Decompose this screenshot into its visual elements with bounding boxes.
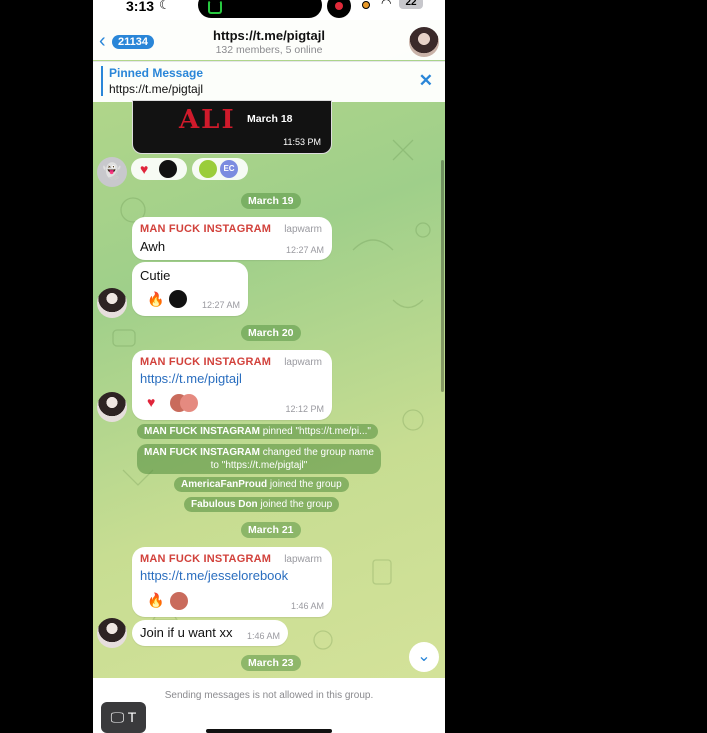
overlay-label: T bbox=[127, 709, 137, 725]
service-text-line2: to "https://t.me/pigtajl" bbox=[210, 460, 308, 471]
reactor-badge: EC bbox=[220, 160, 238, 178]
sender-tag: lapwarm bbox=[284, 224, 322, 235]
reaction-pill[interactable]: EC bbox=[192, 158, 248, 180]
status-bar: 3:13 ☾ ◠ 22 bbox=[93, 0, 445, 20]
moon-icon: ☾ bbox=[159, 0, 171, 12]
close-icon[interactable]: ✕ bbox=[419, 71, 433, 91]
sender-tag: lapwarm bbox=[284, 554, 322, 565]
sender-avatar[interactable] bbox=[97, 392, 127, 422]
service-text: joined the group bbox=[267, 479, 342, 490]
monitor-icon: 🖵 bbox=[110, 709, 125, 725]
service-actor[interactable]: MAN FUCK INSTAGRAM bbox=[144, 447, 260, 458]
sender-avatar[interactable] bbox=[97, 288, 127, 318]
service-message: Fabulous Don joined the group bbox=[184, 497, 340, 512]
pinned-message-bar[interactable]: Pinned Message https://t.me/pigtajl ✕ bbox=[93, 61, 445, 102]
message-bubble[interactable]: MAN FUCK INSTAGRAM lapwarm https://t.me/… bbox=[132, 547, 332, 617]
fire-reaction-icon[interactable]: 🔥 bbox=[147, 291, 164, 308]
sender-tag: lapwarm bbox=[284, 357, 322, 368]
phone-call-icon bbox=[208, 0, 222, 14]
dynamic-island[interactable] bbox=[198, 0, 322, 18]
battery-icon: 22 bbox=[399, 0, 423, 9]
service-text: joined the group bbox=[257, 499, 333, 510]
date-divider: March 20 bbox=[241, 325, 301, 341]
heart-icon[interactable]: ♥ bbox=[147, 394, 155, 410]
sender-avatar[interactable] bbox=[97, 618, 127, 648]
date-divider: March 19 bbox=[241, 193, 301, 209]
reactor-avatar bbox=[170, 592, 188, 610]
media-time: 11:53 PM bbox=[283, 137, 321, 147]
message-time: 12:12 PM bbox=[285, 404, 324, 414]
wifi-icon: ◠ bbox=[381, 0, 392, 10]
message-time: 1:46 AM bbox=[246, 631, 280, 641]
message-link[interactable]: https://t.me/pigtajl bbox=[140, 371, 242, 386]
pinned-text: https://t.me/pigtajl bbox=[109, 82, 204, 96]
message-time: 12:27 AM bbox=[285, 245, 324, 255]
reactor-avatar bbox=[180, 394, 198, 412]
service-actor[interactable]: MAN FUCK INSTAGRAM bbox=[144, 426, 260, 437]
message-bubble[interactable]: Cutie 🔥 12:27 AM bbox=[132, 262, 248, 316]
service-text: pinned "https://t.me/pi..." bbox=[259, 426, 371, 437]
message-time: 12:27 AM bbox=[201, 300, 240, 310]
message-sender[interactable]: MAN FUCK INSTAGRAM bbox=[140, 223, 271, 235]
group-avatar[interactable] bbox=[409, 27, 439, 57]
service-message: MAN FUCK INSTAGRAM changed the group nam… bbox=[137, 444, 381, 474]
media-date: March 18 bbox=[247, 113, 293, 125]
fire-reaction-icon[interactable]: 🔥 bbox=[147, 592, 164, 609]
pinned-title: Pinned Message bbox=[109, 66, 204, 80]
message-text: Join if u want xx bbox=[140, 625, 233, 640]
pinned-accent-bar bbox=[101, 66, 103, 96]
chat-title[interactable]: https://t.me/pigtajl bbox=[93, 28, 445, 43]
reactor-avatar bbox=[169, 290, 187, 308]
ghost-avatar[interactable]: 👻 bbox=[97, 157, 127, 187]
message-bubble[interactable]: MAN FUCK INSTAGRAM lapwarm Awh 12:27 AM bbox=[132, 217, 332, 260]
service-text: changed the group name bbox=[259, 447, 374, 458]
scrollbar[interactable] bbox=[441, 160, 444, 392]
service-actor[interactable]: Fabulous Don bbox=[191, 499, 258, 510]
service-message: MAN FUCK INSTAGRAM pinned "https://t.me/… bbox=[137, 424, 378, 439]
telegram-chat-screen: 3:13 ☾ ◠ 22 ‹ 21134 https://t.me/pigtajl… bbox=[93, 0, 445, 733]
presentation-toggle-button[interactable]: 🖵 T bbox=[101, 702, 146, 733]
scroll-down-chevron-icon[interactable]: ⌄ bbox=[409, 642, 439, 672]
message-bubble[interactable]: Join if u want xx 1:46 AM bbox=[132, 620, 288, 646]
message-time: 1:46 AM bbox=[290, 601, 324, 611]
service-message: AmericaFanProud joined the group bbox=[174, 477, 349, 492]
date-divider: March 23 bbox=[241, 655, 301, 671]
emoji-reaction-icon bbox=[199, 160, 217, 178]
media-message[interactable]: ALI March 18 11:53 PM bbox=[132, 100, 332, 154]
message-link[interactable]: https://t.me/jesselorebook bbox=[140, 568, 288, 583]
chat-subtitle: 132 members, 5 online bbox=[215, 44, 323, 56]
heart-icon: ♥ bbox=[140, 161, 149, 177]
recording-icon[interactable] bbox=[327, 0, 351, 18]
reactor-avatar bbox=[159, 160, 177, 178]
date-divider: March 21 bbox=[241, 522, 301, 538]
message-text: Awh bbox=[140, 239, 166, 254]
message-sender[interactable]: MAN FUCK INSTAGRAM bbox=[140, 356, 271, 368]
mic-indicator-icon bbox=[362, 1, 370, 9]
restricted-notice: Sending messages is not allowed in this … bbox=[164, 690, 374, 701]
home-indicator[interactable] bbox=[206, 729, 332, 733]
status-time: 3:13 bbox=[126, 0, 155, 14]
reaction-pill[interactable]: ♥ bbox=[131, 158, 187, 180]
chat-header: ‹ 21134 https://t.me/pigtajl 132 members… bbox=[93, 20, 445, 60]
message-sender[interactable]: MAN FUCK INSTAGRAM bbox=[140, 553, 271, 565]
message-bubble[interactable]: MAN FUCK INSTAGRAM lapwarm https://t.me/… bbox=[132, 350, 332, 420]
media-artwork-text: ALI bbox=[179, 105, 236, 135]
service-actor[interactable]: AmericaFanProud bbox=[181, 479, 267, 490]
message-text: Cutie bbox=[140, 268, 171, 283]
